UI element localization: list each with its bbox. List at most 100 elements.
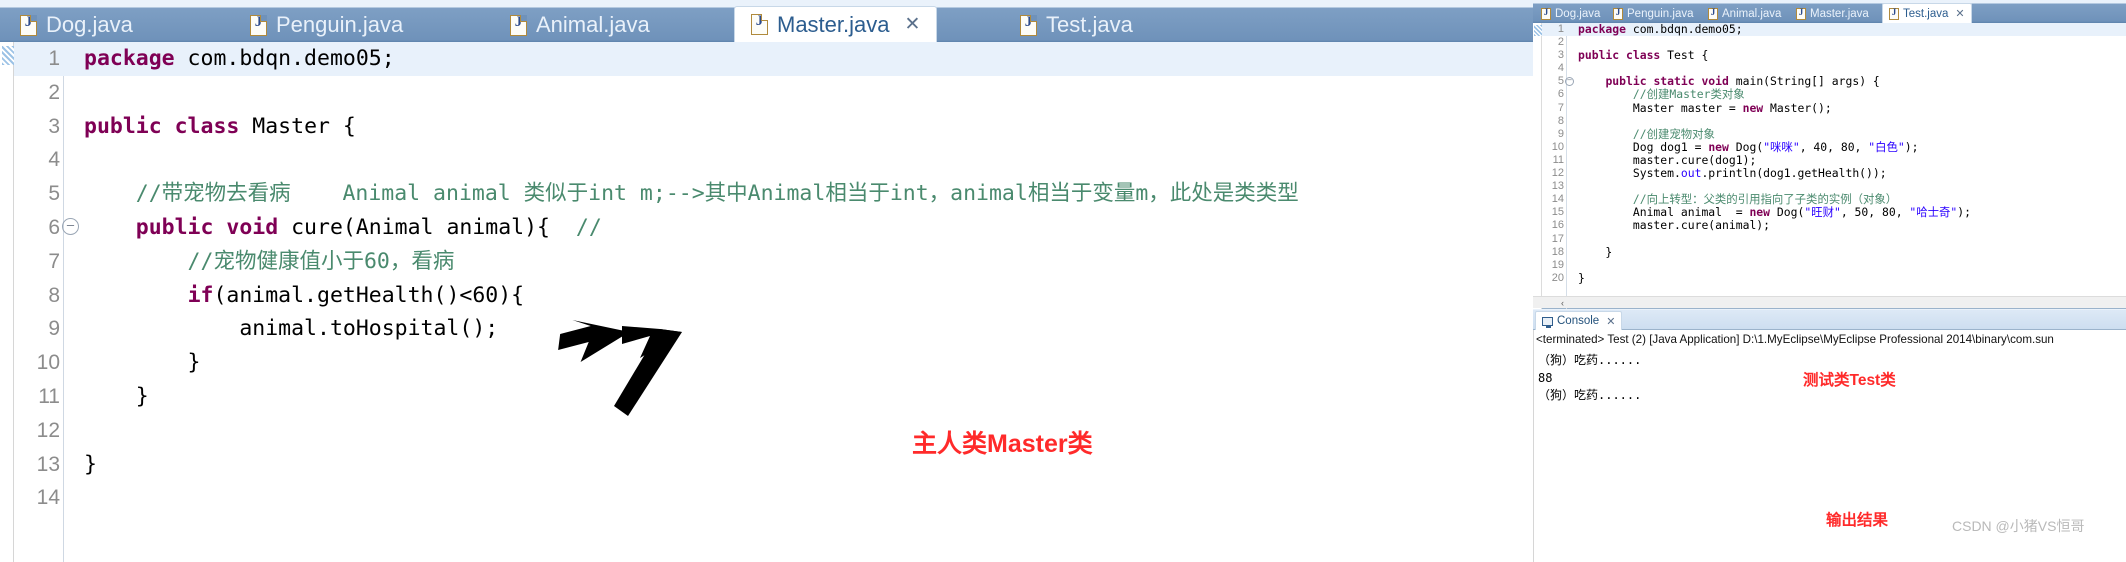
line-number: 8 bbox=[48, 283, 60, 307]
console-launch-header: <terminated> Test (2) [Java Application]… bbox=[1536, 333, 2054, 346]
tab-animal-java[interactable]: Animal.java bbox=[1702, 4, 1787, 23]
close-icon[interactable]: ✕ bbox=[905, 15, 921, 34]
line-number: 3 bbox=[1557, 49, 1564, 62]
code-line[interactable]: 11 } bbox=[14, 380, 1533, 414]
line-number: 3 bbox=[48, 114, 60, 138]
line-number: 19 bbox=[1551, 258, 1564, 271]
fold-collapse-icon[interactable] bbox=[62, 217, 79, 235]
line-number: 15 bbox=[1551, 206, 1564, 219]
tab-animal-java[interactable]: Animal.java bbox=[494, 8, 666, 42]
close-icon[interactable]: ✕ bbox=[1955, 7, 1964, 20]
line-number: 18 bbox=[1551, 245, 1564, 258]
code-line[interactable]: 19 bbox=[1542, 259, 2126, 272]
right-side-container: Dog.java Penguin.java Animal.java Master.ja… bbox=[1533, 0, 2126, 562]
arrow-pointer-icon bbox=[558, 320, 682, 416]
code-line[interactable]: 7 Master master = new Master(); bbox=[1542, 101, 2126, 115]
code-text: //宠物健康值小于60，看病 bbox=[84, 248, 455, 274]
code-line[interactable]: 14 bbox=[14, 481, 1533, 515]
code-line[interactable]: 6 public void cure(Animal animal){ // bbox=[14, 211, 1533, 245]
right-editor-tabbar: Dog.java Penguin.java Animal.java Master.ja… bbox=[1533, 0, 2126, 23]
code-line[interactable]: 13} bbox=[14, 448, 1533, 482]
line-number: 9 bbox=[1557, 127, 1564, 140]
line-number: 5 bbox=[48, 182, 60, 206]
code-text: public class Master { bbox=[84, 113, 356, 139]
code-line[interactable]: 12 System.out.println(dog1.getHealth()); bbox=[1542, 166, 2126, 181]
code-line[interactable]: 2 bbox=[14, 76, 1533, 110]
tab-dog-java[interactable]: Dog.java bbox=[4, 8, 149, 42]
code-text: package com.bdqn.demo05; bbox=[84, 46, 395, 71]
tab-label: Dog.java bbox=[1555, 7, 1601, 20]
code-text: public class Test { bbox=[1578, 48, 1709, 63]
code-line[interactable]: 1 package com.bdqn.demo05; bbox=[1542, 22, 2126, 37]
tab-dog-java[interactable]: Dog.java bbox=[1535, 4, 1606, 23]
line-number: 12 bbox=[36, 418, 60, 442]
tab-label: Animal.java bbox=[1722, 7, 1782, 20]
code-line[interactable]: 16 master.cure(animal); bbox=[1542, 219, 2126, 232]
annotation-output-result: 输出结果 bbox=[1826, 512, 1889, 529]
line-number: 6 bbox=[1557, 88, 1564, 101]
java-file-icon bbox=[20, 14, 37, 36]
line-number: 9 bbox=[48, 317, 60, 341]
tab-label: Dog.java bbox=[46, 12, 133, 37]
line-number: 2 bbox=[1557, 36, 1564, 49]
left-editor-panel: Dog.java Penguin.java Animal.java Master.ja… bbox=[0, 0, 1533, 562]
tab-test-java[interactable]: Test.java ✕ bbox=[1882, 3, 1972, 23]
line-number: 20 bbox=[1551, 271, 1564, 284]
code-line[interactable]: 4 bbox=[14, 143, 1533, 177]
right-editor-code-area[interactable]: 1 package com.bdqn.demo05; 2 3 public class … bbox=[1533, 22, 2126, 309]
right-code-lines[interactable]: 1 package com.bdqn.demo05; 2 3 public class … bbox=[1542, 22, 2126, 309]
tab-label: Master.java bbox=[1810, 7, 1869, 20]
java-file-icon bbox=[1708, 7, 1718, 20]
left-editor-tabbar: Dog.java Penguin.java Animal.java Master.ja… bbox=[0, 0, 1533, 42]
tab-penguin-java[interactable]: Penguin.java bbox=[1607, 4, 1700, 23]
tab-penguin-java[interactable]: Penguin.java bbox=[234, 8, 419, 42]
tab-console[interactable]: Console ✕ bbox=[1535, 311, 1623, 330]
tab-test-java[interactable]: Test.java bbox=[1004, 8, 1149, 42]
code-line[interactable]: 12 bbox=[14, 414, 1533, 448]
chevron-left-icon[interactable]: ‹ bbox=[1561, 298, 1564, 308]
code-line[interactable]: 5 //带宠物去看病 Animal animal 类似于int m;-->其中A… bbox=[14, 177, 1533, 211]
tab-master-java[interactable]: Master.java bbox=[1790, 4, 1875, 23]
code-line[interactable]: 9 animal.toHospital(); bbox=[14, 312, 1533, 346]
code-line[interactable]: 1 package com.bdqn.demo05; bbox=[14, 42, 1533, 76]
code-text: if(animal.getHealth()<60){ bbox=[187, 282, 525, 308]
code-line[interactable]: 8 if(animal.getHealth()<60){ bbox=[14, 279, 1533, 313]
code-text: System.out.println(dog1.getHealth()); bbox=[1578, 166, 1887, 181]
code-line[interactable]: 7 //宠物健康值小于60，看病 bbox=[14, 245, 1533, 279]
code-line[interactable]: 3 public class Test { bbox=[1542, 49, 2126, 62]
code-line[interactable]: 10 } bbox=[14, 346, 1533, 380]
java-file-icon bbox=[250, 14, 267, 36]
fold-collapse-icon[interactable] bbox=[1565, 77, 1574, 87]
tab-label: Penguin.java bbox=[276, 12, 404, 37]
line-number: 13 bbox=[36, 452, 60, 476]
code-text: } bbox=[1578, 270, 1585, 285]
java-file-icon bbox=[510, 14, 527, 36]
left-annotation-gutter[interactable] bbox=[0, 42, 14, 562]
line-number: 13 bbox=[1551, 180, 1564, 193]
line-number: 6 bbox=[48, 215, 60, 239]
line-number: 14 bbox=[1551, 193, 1564, 206]
line-number: 4 bbox=[48, 148, 60, 172]
console-tab-label: Console bbox=[1557, 315, 1600, 327]
java-file-icon bbox=[1796, 7, 1806, 20]
code-text: master.cure(animal); bbox=[1578, 218, 1771, 233]
breakpoint-marker-icon bbox=[2, 46, 14, 65]
annotation-test-class: 测试类Test类 bbox=[1803, 372, 1896, 389]
java-file-icon bbox=[1613, 7, 1623, 20]
tab-label: Animal.java bbox=[536, 12, 650, 37]
code-text: } bbox=[84, 383, 149, 409]
code-line[interactable]: 18 } bbox=[1542, 245, 2126, 259]
right-editor-hscrollbar[interactable]: ‹ bbox=[1533, 296, 2126, 308]
code-text: animal.toHospital(); bbox=[84, 316, 499, 342]
left-editor-code-area[interactable]: 1 package com.bdqn.demo05; 2 3 public class … bbox=[0, 42, 1533, 562]
monitor-icon bbox=[1542, 316, 1553, 328]
code-line[interactable]: 17 bbox=[1542, 233, 2126, 246]
tab-master-java[interactable]: Master.java ✕ bbox=[734, 6, 938, 42]
right-annotation-gutter[interactable] bbox=[1533, 23, 1542, 309]
line-number: 7 bbox=[1557, 101, 1564, 114]
code-line[interactable]: 20} bbox=[1542, 270, 2126, 285]
java-file-icon bbox=[1541, 7, 1551, 20]
close-icon[interactable]: ✕ bbox=[1606, 315, 1615, 328]
code-line[interactable]: 3 public class Master { bbox=[14, 110, 1533, 144]
left-code-lines[interactable]: 1 package com.bdqn.demo05; 2 3 public class … bbox=[14, 42, 1533, 562]
